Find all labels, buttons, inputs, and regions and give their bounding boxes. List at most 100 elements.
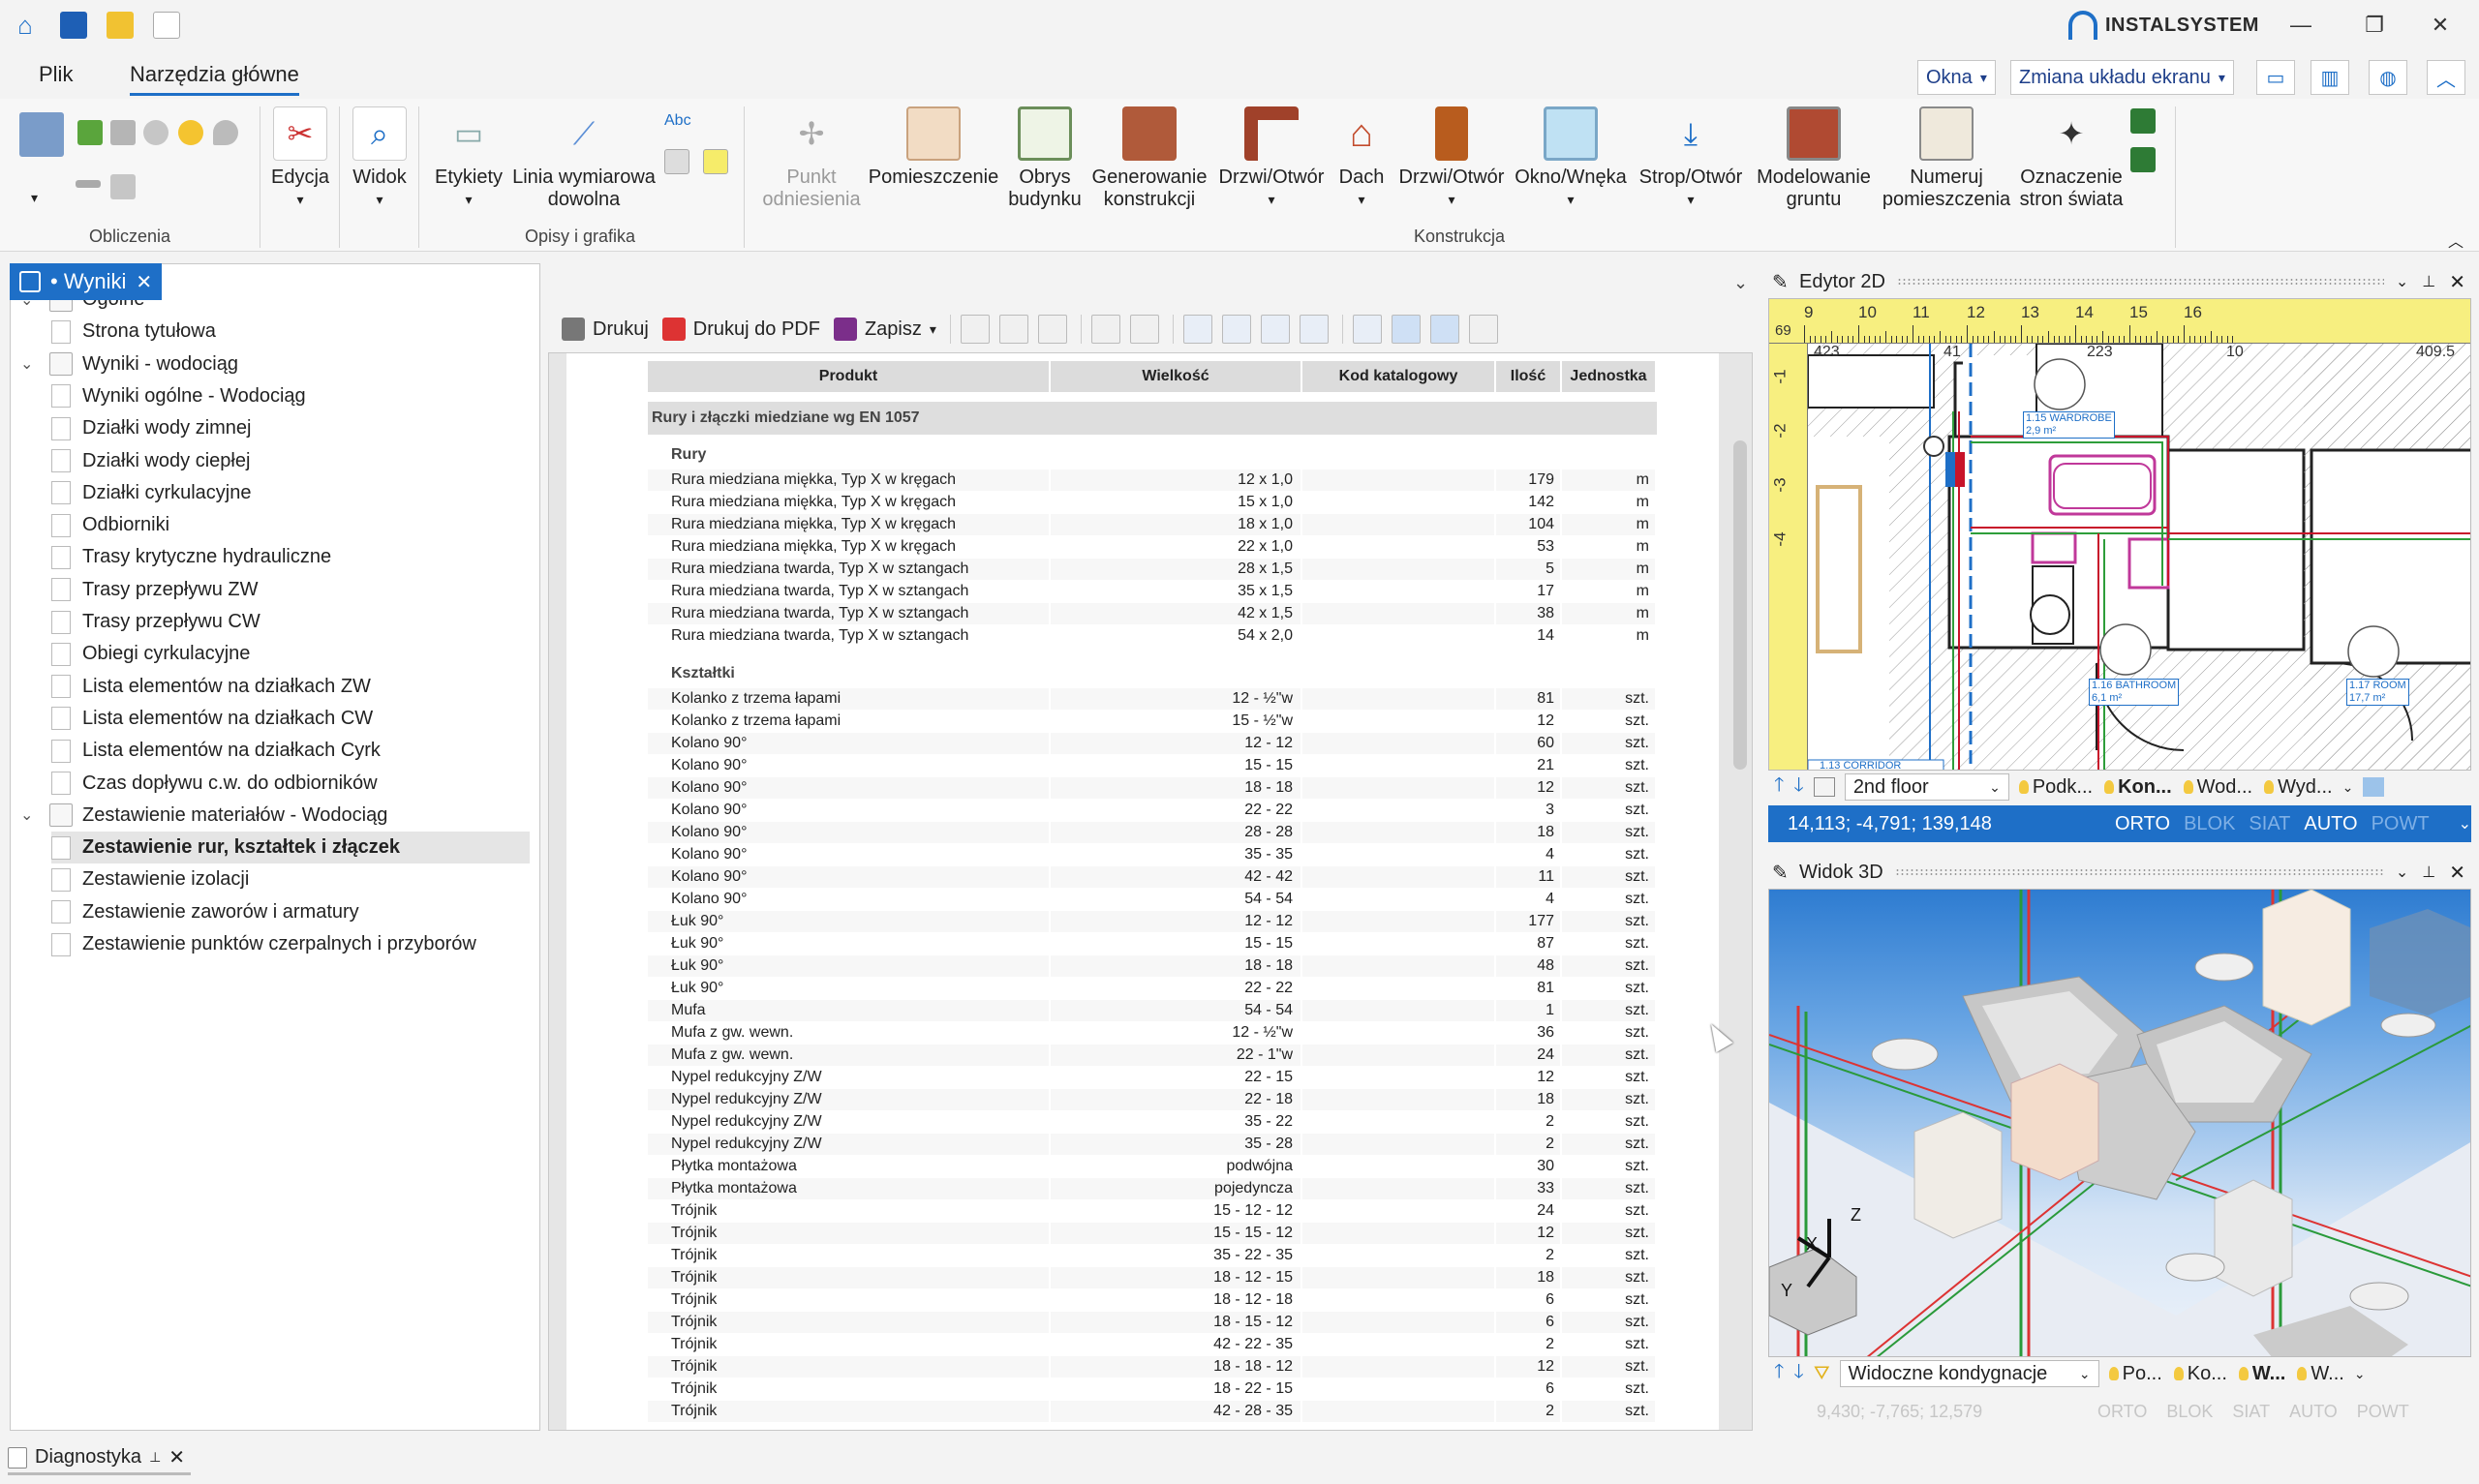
floor-select[interactable]: 2nd floor ⌄ <box>1844 773 2009 801</box>
status3d-auto[interactable]: AUTO <box>2289 1402 2338 1422</box>
pomieszczenie-button[interactable]: Pomieszczenie <box>868 106 999 189</box>
help-icon[interactable]: ◍ <box>2369 60 2407 95</box>
chevron-down-icon[interactable]: ⌄ <box>2396 863 2408 882</box>
binoculars-icon[interactable] <box>1090 315 1120 344</box>
layer-toggle[interactable]: Podk... <box>2018 776 2093 799</box>
chevron-down-icon[interactable]: ⌄ <box>2396 272 2408 291</box>
drag-grip[interactable] <box>1896 278 2384 286</box>
layer-toggle[interactable]: Kon... <box>2104 776 2172 799</box>
status3d-powt[interactable]: POWT <box>2357 1402 2409 1422</box>
layer-green-icon-2[interactable] <box>2130 147 2156 172</box>
generowanie-konstrukcji-button[interactable]: Generowanie konstrukcji <box>1088 106 1210 211</box>
save-icon[interactable] <box>60 12 87 39</box>
arrow-up-icon[interactable]: 🡑 <box>1774 771 1784 803</box>
close-icon[interactable]: ✕ <box>2449 270 2465 294</box>
calc-building-icon[interactable] <box>110 120 136 145</box>
copy-tool-icon[interactable] <box>110 174 136 199</box>
calculator-icon[interactable] <box>19 112 64 157</box>
layer-toggle[interactable]: Ko... <box>2173 1363 2227 1385</box>
drop-grey-icon[interactable] <box>213 120 238 145</box>
tab-diagnostyka[interactable]: Diagnostyka ⊥ ✕ <box>8 1442 192 1475</box>
chevron-down-icon[interactable]: ⌄ <box>20 354 40 374</box>
document-icon[interactable] <box>1468 315 1498 344</box>
punkt-odniesienia-button[interactable]: ✢ Punkt odniesienia <box>755 106 868 211</box>
report-scrollbar[interactable] <box>1733 440 1747 770</box>
layer-toggle[interactable]: W... <box>2238 1363 2285 1385</box>
drzwi-otwor-button[interactable]: Drzwi/Otwór ▾ <box>1394 106 1509 211</box>
pin-icon[interactable]: ⊥ <box>2422 863 2435 882</box>
tree-item[interactable]: Zestawienie punktów czerpalnych i przybo… <box>51 928 530 960</box>
chevron-down-icon[interactable]: ⌄ <box>2459 814 2471 833</box>
layer-toggle[interactable]: Wod... <box>2183 776 2252 799</box>
tree-item[interactable]: Zestawienie rur, kształtek i złączek <box>51 832 530 864</box>
visible-floors-select[interactable]: Widoczne kondygnacje ⌄ <box>1839 1360 2099 1387</box>
oznaczenie-stron-swiata-button[interactable]: ✦ Oznaczenie stron świata <box>2014 106 2128 211</box>
zapisz-button[interactable]: Zapisz ▾ <box>833 318 936 341</box>
dropdown-arrow-icon[interactable]: ▾ <box>31 190 56 215</box>
status-auto[interactable]: AUTO <box>2304 813 2357 835</box>
chevron-down-icon[interactable]: ⌄ <box>20 805 40 825</box>
page-view-icon[interactable] <box>1182 315 1212 344</box>
arrow-down-icon[interactable]: 🡓 <box>1793 1357 1803 1390</box>
export-icon[interactable] <box>1037 315 1067 344</box>
two-page-icon[interactable] <box>1260 315 1290 344</box>
close-window-button[interactable]: ✕ <box>2421 8 2460 43</box>
drzwi-otwor-wall-button[interactable]: Drzwi/Otwór ▾ <box>1214 106 1329 211</box>
filter-icon[interactable]: ⛛ <box>1814 1363 1830 1385</box>
dach-button[interactable]: ⌂ Dach ▾ <box>1331 106 1393 211</box>
tab-narzedzia-glowne[interactable]: Narzędzia główne <box>130 62 299 96</box>
tree-group[interactable]: ⌄ Zestawienie materiałów - Wodociąg <box>20 800 530 832</box>
edycja-button[interactable]: ✂ Edycja ▾ <box>271 106 329 211</box>
chevron-down-icon[interactable]: ⌄ <box>2342 779 2354 796</box>
abc-text-button[interactable]: Abc <box>664 112 691 130</box>
tree-item[interactable]: Działki wody zimnej <box>51 412 530 444</box>
status3d-orto[interactable]: ORTO <box>2097 1402 2147 1422</box>
tab-plik[interactable]: Plik <box>39 62 73 87</box>
status-siat[interactable]: SIAT <box>2249 813 2290 835</box>
pin-icon[interactable]: ⊥ <box>149 1449 161 1466</box>
layout-dropdown[interactable]: Zmiana układu ekranu ▾ <box>2010 60 2234 95</box>
note-icon[interactable] <box>703 149 728 174</box>
chevron-down-icon[interactable]: ⌄ <box>2354 1366 2366 1382</box>
widok-button[interactable]: ⌕ Widok ▾ <box>351 106 409 211</box>
tree-item[interactable]: Działki wody ciepłej <box>51 445 530 477</box>
close-icon[interactable]: ✕ <box>136 270 152 294</box>
calc-green-icon[interactable] <box>77 120 103 145</box>
tree-item[interactable]: Strona tytułowa <box>51 316 530 348</box>
collapse-ribbon-icon[interactable]: ︿ <box>2448 228 2473 254</box>
tree-group[interactable]: ⌄ Wyniki - wodociąg <box>20 348 530 380</box>
arrow-down-icon[interactable]: 🡓 <box>1793 771 1803 803</box>
tab-wyniki[interactable]: • Wyniki ✕ <box>10 263 163 300</box>
layer-toggle[interactable]: Wyd... <box>2264 776 2333 799</box>
tree-item[interactable]: Zestawienie zaworów i armatury <box>51 896 530 928</box>
drukuj-button[interactable]: Drukuj <box>562 318 649 341</box>
tree-item[interactable]: Lista elementów na działkach ZW <box>51 671 530 703</box>
pin-icon[interactable]: ⊥ <box>2422 272 2435 291</box>
open-folder-icon[interactable] <box>107 12 134 39</box>
line-tool-icon[interactable] <box>76 180 101 188</box>
floor-plan[interactable]: 423 41 223 10 409.5 1.15 WARDROBE 2,9 m²… <box>1807 343 2470 770</box>
page-width-icon[interactable] <box>1352 315 1382 344</box>
tree-item[interactable]: Działki cyrkulacyjne <box>51 477 530 509</box>
tree-item[interactable]: Trasy przepływu ZW <box>51 574 530 606</box>
okno-wneka-button[interactable]: Okno/Wnęka ▾ <box>1511 106 1631 211</box>
layer-green-icon[interactable] <box>2130 108 2156 134</box>
numeruj-pomieszczenia-button[interactable]: Numeruj pomieszczenia <box>1881 106 2012 211</box>
status-powt[interactable]: POWT <box>2372 813 2430 835</box>
editor2d-canvas[interactable]: 9 10 11 12 13 14 15 16 -1 -2 -3 -4 69 42… <box>1768 298 2471 771</box>
okna-dropdown[interactable]: Okna ▾ <box>1917 60 1996 95</box>
copy-icon[interactable] <box>998 315 1028 344</box>
table-icon[interactable] <box>664 149 689 174</box>
tree-item[interactable]: Wyniki ogólne - Wodociąg <box>51 380 530 412</box>
modelowanie-gruntu-button[interactable]: Modelowanie gruntu <box>1751 106 1877 211</box>
tree-item[interactable]: Czas dopływu c.w. do odbiorników <box>51 768 530 800</box>
tree-item[interactable]: Trasy krytyczne hydrauliczne <box>51 541 530 573</box>
close-icon[interactable]: ✕ <box>2449 861 2465 885</box>
fit-page-icon[interactable] <box>1391 315 1421 344</box>
home-icon[interactable]: ⌂ <box>12 12 39 39</box>
linia-wymiarowa-button[interactable]: ⟋ Linia wymiarowa dowolna <box>511 106 657 211</box>
drag-grip[interactable] <box>1894 868 2384 876</box>
screen-layout-icon[interactable]: ▭ <box>2256 60 2295 95</box>
collapse-ribbon-icon[interactable]: ︿ <box>2427 60 2465 95</box>
tree-item[interactable]: Obiegi cyrkulacyjne <box>51 638 530 670</box>
